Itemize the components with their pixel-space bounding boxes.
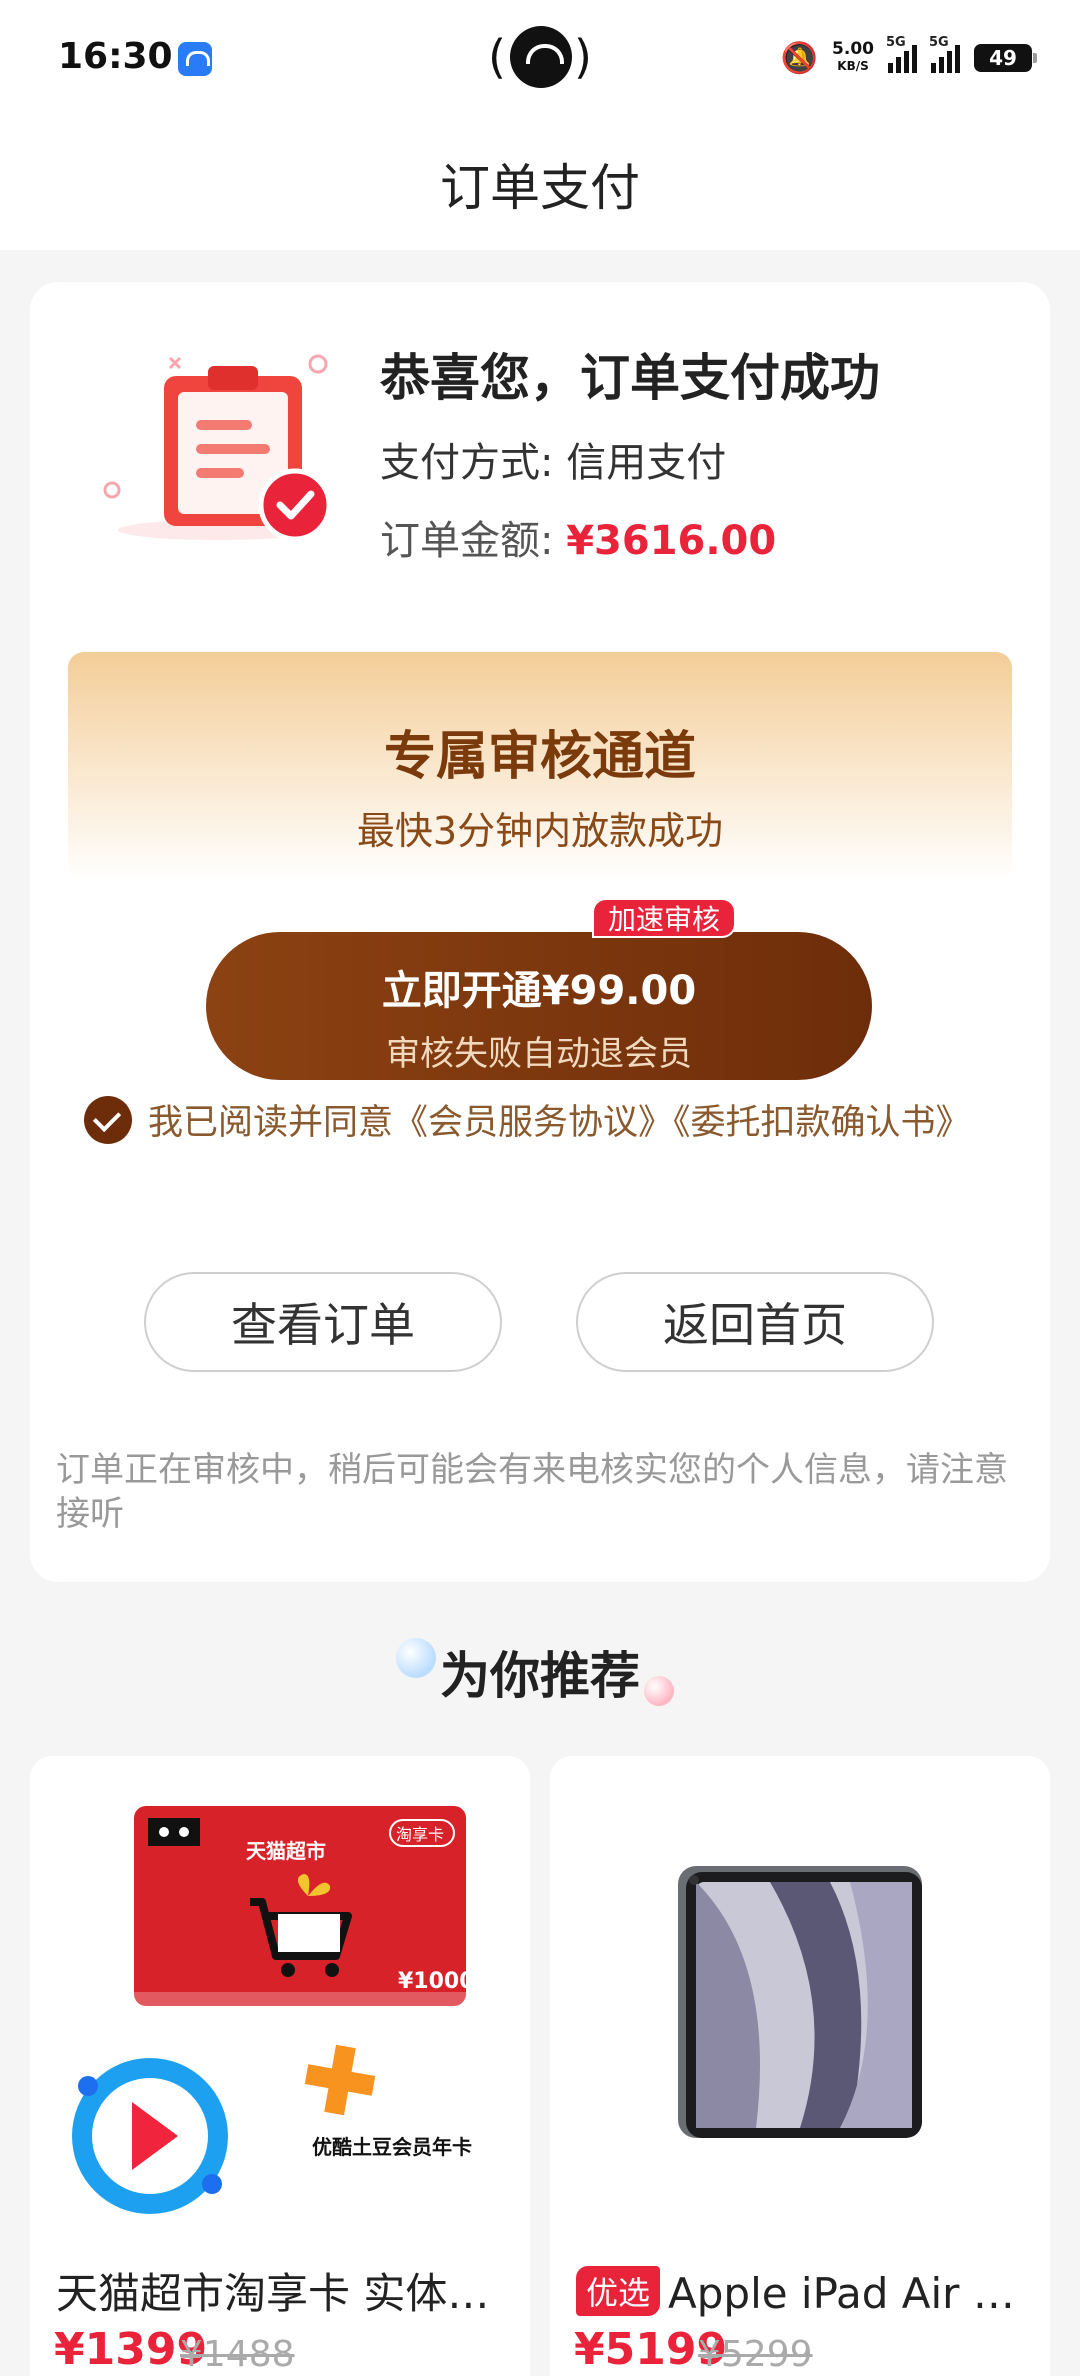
product-original-price: ¥5299 — [698, 2334, 813, 2375]
status-time: 16:30 — [58, 36, 173, 77]
status-right-icons: 🔕 5.00 KB/S 5G 5G 49 — [780, 35, 1037, 80]
back-home-button[interactable]: 返回首页 — [576, 1272, 934, 1372]
pay-method: 支付方式: 信用支付 — [380, 440, 727, 486]
signal-sim2-icon: 5G — [929, 35, 960, 73]
bubble-blue-icon — [396, 1638, 436, 1678]
network-speed: 5.00 KB/S — [832, 39, 874, 74]
open-membership-sublabel: 审核失败自动退会员 — [386, 1034, 692, 1074]
ipad-image — [678, 1866, 922, 2138]
open-membership-label: 立即开通¥99.00 — [381, 968, 697, 1014]
hotspot-icon: ( ) — [488, 26, 592, 88]
product-original-price: ¥1488 — [180, 2334, 295, 2375]
open-membership-button[interactable]: 立即开通¥99.00 审核失败自动退会员 — [206, 932, 872, 1080]
success-title: 恭喜您，订单支付成功 — [380, 349, 880, 407]
pick-badge: 优选 — [576, 2265, 661, 2316]
vip-title: 专属审核通道 — [383, 727, 696, 787]
payment-result-card: 恭喜您，订单支付成功 支付方式: 信用支付 订单金额: ¥3616.00 专属审… — [30, 282, 1050, 1582]
view-order-button[interactable]: 查看订单 — [144, 1272, 502, 1372]
agreement-row: 我已阅读并同意《会员服务协议》《委托扣款确认书》 — [84, 1094, 971, 1145]
vip-review-banner: 专属审核通道 最快3分钟内放款成功 — [68, 652, 1012, 882]
order-amount: 订单金额: ¥3616.00 — [380, 518, 777, 564]
product-card[interactable]: 天猫超市 淘享卡 ¥1000 优酷土豆会员年卡 天猫超市淘享卡 实体卡 天猫超市… — [30, 1756, 530, 2376]
vip-subtitle: 最快3分钟内放款成功 — [356, 809, 724, 853]
product-name: Apple iPad Air 11英寸 — [668, 2269, 1036, 2318]
product-name: 天猫超市淘享卡 实体卡 天猫超市卡 — [56, 2269, 516, 2318]
bonus-text: 优酷土豆会员年卡 — [312, 2135, 472, 2159]
bubble-pink-icon — [644, 1676, 674, 1706]
card-value-text: ¥1000 — [398, 1969, 475, 1994]
order-amount-value: ¥3616.00 — [566, 518, 777, 564]
page-header: 订单支付 — [0, 118, 1080, 250]
card-tag-text: 淘享卡 — [396, 1825, 444, 1844]
page-title: 订单支付 — [440, 159, 640, 217]
agreement-checkbox[interactable] — [84, 1095, 132, 1144]
tmall-brand-text: 天猫超市 — [246, 1839, 326, 1863]
recommend-title: 为你推荐 — [440, 1647, 640, 1705]
clipboard-success-icon — [103, 354, 332, 540]
review-notice: 订单正在审核中，稍后可能会有来电核实您的个人信息，请注意接听 — [56, 1450, 1008, 1534]
mute-bell-icon: 🔕 — [780, 40, 819, 76]
battery-icon: 49 — [974, 44, 1037, 72]
status-bar: 16:30 ( ) 🔕 5.00 KB/S 5G 5G 49 — [0, 0, 1080, 118]
product-card[interactable]: 优选 Apple iPad Air 11英寸 ¥5199 ¥5299 — [550, 1756, 1050, 2376]
app-notification-icon — [178, 42, 212, 76]
recommend-header: 为你推荐 — [0, 1636, 1080, 1708]
tmall-card-image: 天猫超市 淘享卡 ¥1000 优酷土豆会员年卡 — [72, 1806, 475, 2214]
signal-sim1-icon: 5G — [886, 35, 917, 73]
agreement-text[interactable]: 我已阅读并同意《会员服务协议》《委托扣款确认书》 — [148, 1094, 971, 1145]
speed-review-badge: 加速审核 — [592, 898, 737, 938]
